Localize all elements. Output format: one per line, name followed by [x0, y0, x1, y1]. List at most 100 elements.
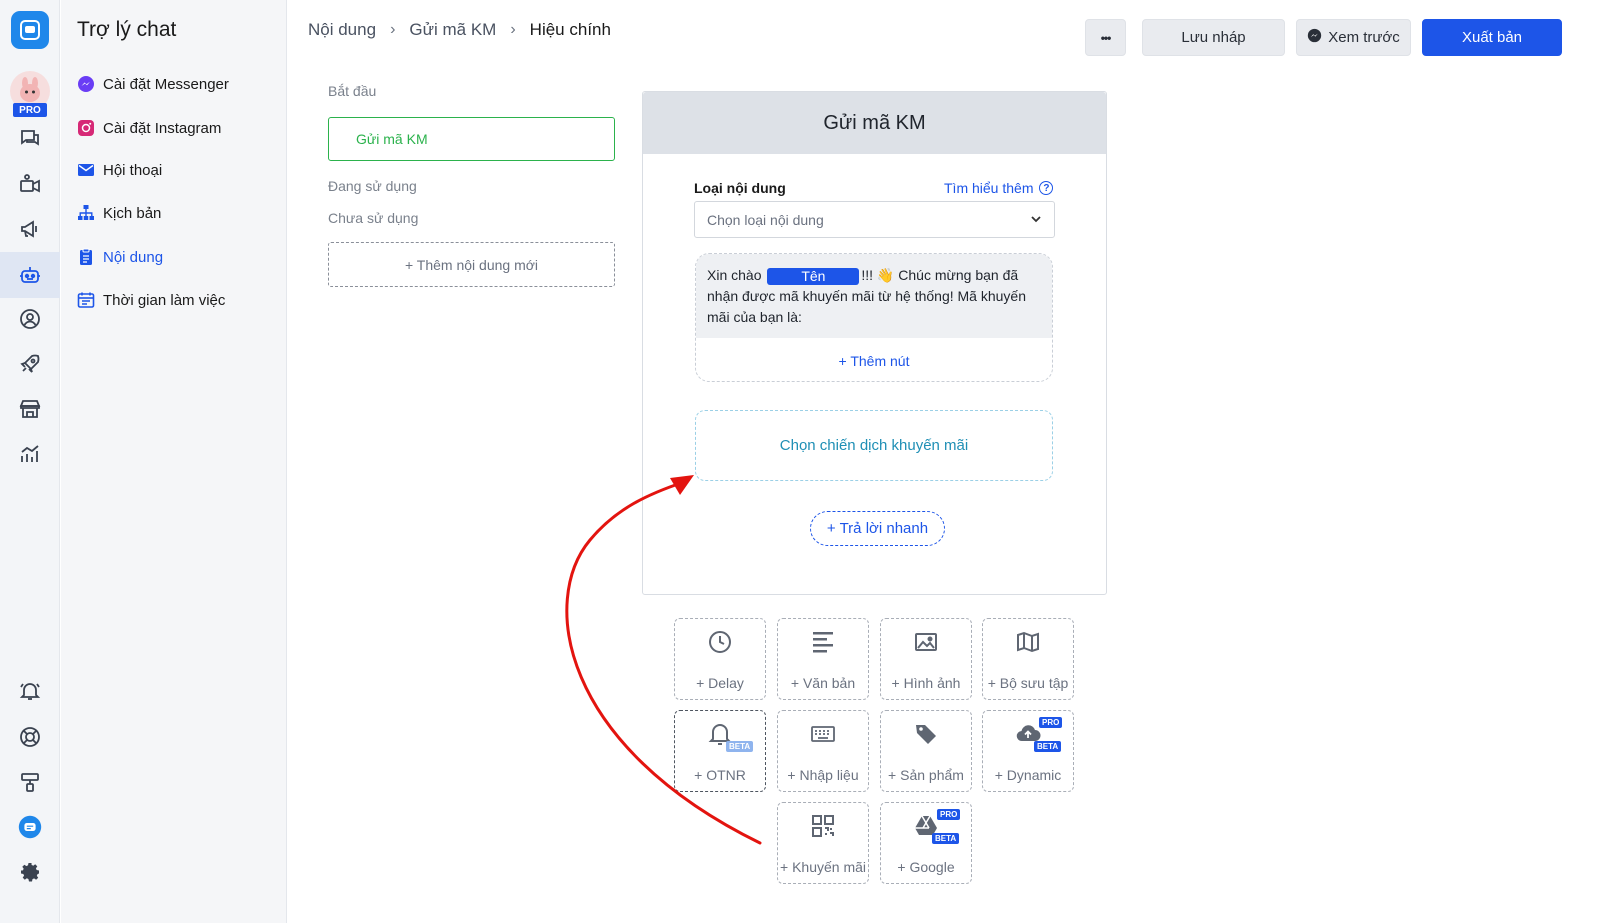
qr-code-icon — [812, 815, 834, 837]
content-icon — [77, 248, 95, 266]
menu-item-content[interactable]: Nội dung — [77, 244, 163, 270]
block-dynamic[interactable]: PRO BETA + Dynamic — [982, 710, 1074, 792]
beta-badge: BETA — [932, 833, 960, 844]
breadcrumb-current: Hiệu chính — [529, 20, 611, 39]
sidemenu: Trợ lý chat Cài đặt Messenger Cài đặt In… — [61, 0, 287, 923]
menu-item-label: Kịch bản — [103, 204, 162, 222]
add-button[interactable]: + Thêm nút — [696, 338, 1052, 381]
menu-item-working-hours[interactable]: Thời gian làm việc — [77, 287, 225, 313]
flow-icon — [77, 204, 95, 222]
preview-button[interactable]: Xem trước — [1296, 19, 1411, 56]
message-text[interactable]: Xin chào Tên!!! 👋 Chúc mừng bạn đã nhận … — [696, 254, 1052, 338]
breadcrumb-item[interactable]: Nội dung — [308, 20, 376, 40]
block-label: + Sản phẩm — [888, 767, 964, 783]
start-label: Bắt đầu — [328, 83, 377, 99]
block-image[interactable]: + Hình ảnh — [880, 618, 972, 700]
mail-icon — [77, 161, 95, 179]
messenger-bubble-icon[interactable] — [0, 807, 60, 847]
breadcrumb-item[interactable]: Gửi mã KM — [409, 20, 496, 40]
menu-item-messenger[interactable]: Cài đặt Messenger — [77, 71, 229, 97]
block-gallery[interactable]: + Bộ sưu tập — [982, 618, 1074, 700]
tag-icon — [916, 725, 936, 744]
menu-item-conversations[interactable]: Hội thoại — [77, 157, 162, 183]
message-bubble: Xin chào Tên!!! 👋 Chúc mừng bạn đã nhận … — [695, 253, 1053, 382]
megaphone-icon[interactable] — [0, 209, 60, 249]
editor-title: Gửi mã KM — [643, 92, 1106, 154]
select-placeholder: Chọn loại nội dung — [707, 211, 824, 228]
store-icon[interactable] — [0, 389, 60, 429]
text-icon — [813, 632, 833, 653]
rocket-icon[interactable] — [0, 344, 60, 384]
chevron-down-icon — [1030, 212, 1042, 228]
block-label: + Văn bản — [790, 675, 856, 691]
menu-item-label: Cài đặt Instagram — [103, 119, 222, 137]
editor-card: Gửi mã KM Loại nội dung Tìm hiểu thêm ? … — [642, 91, 1107, 595]
keyboard-icon — [811, 726, 835, 742]
block-label: + Khuyến mãi — [780, 859, 866, 875]
image-icon — [915, 633, 937, 651]
block-google[interactable]: PRO BETA + Google — [880, 802, 972, 884]
quick-reply-button[interactable]: + Trả lời nhanh — [810, 511, 945, 546]
menu-item-label: Cài đặt Messenger — [103, 75, 229, 93]
menu-item-label: Nội dung — [103, 248, 164, 266]
calendar-icon — [77, 291, 95, 309]
block-label: + OTNR — [694, 767, 746, 783]
sidemenu-title: Trợ lý chat — [77, 18, 177, 41]
messenger-icon — [77, 75, 95, 93]
clock-icon — [709, 631, 731, 653]
bot-icon[interactable] — [0, 252, 60, 298]
menu-item-label: Hội thoại — [103, 161, 163, 179]
chevron-right-icon: › — [510, 21, 516, 38]
block-otnr[interactable]: BETA + OTNR — [674, 710, 766, 792]
message-prefix: Xin chào — [707, 267, 762, 283]
breadcrumb: Nội dung › Gửi mã KM › Hiệu chính — [308, 20, 611, 40]
messenger-icon — [1307, 28, 1322, 47]
block-delay[interactable]: + Delay — [674, 618, 766, 700]
app-logo-icon[interactable] — [11, 11, 49, 49]
menu-item-instagram[interactable]: Cài đặt Instagram — [77, 115, 221, 141]
publish-button[interactable]: Xuất bản — [1422, 19, 1562, 56]
save-draft-button[interactable]: Lưu nháp — [1142, 19, 1285, 56]
block-label: + Hình ảnh — [891, 675, 961, 691]
question-icon: ? — [1039, 181, 1054, 195]
chevron-right-icon: › — [390, 21, 396, 38]
block-product[interactable]: + Sản phẩm — [880, 710, 972, 792]
beta-badge: BETA — [1034, 741, 1062, 752]
learn-more-link[interactable]: Tìm hiểu thêm ? — [944, 180, 1054, 196]
video-icon[interactable] — [0, 164, 60, 204]
pro-badge: PRO — [1039, 717, 1063, 728]
add-content-button[interactable]: + Thêm nội dung mới — [328, 242, 615, 287]
help-icon[interactable] — [0, 717, 60, 757]
block-promotion[interactable]: + Khuyến mãi — [777, 802, 869, 884]
block-input[interactable]: + Nhập liệu — [777, 710, 869, 792]
bell-icon[interactable] — [0, 671, 60, 711]
promo-campaign-select[interactable]: Chọn chiến dịch khuyến mãi — [695, 410, 1053, 481]
preview-label: Xem trước — [1328, 29, 1400, 46]
pro-badge: PRO — [13, 103, 47, 117]
more-dots-icon: ••• — [1100, 30, 1112, 45]
app-root: PRO Trợ lý chat Cài đặt Messenger Cài đặ… — [0, 0, 1600, 923]
analytics-icon[interactable] — [0, 434, 60, 474]
content-type-select[interactable]: Chọn loại nội dung — [694, 201, 1055, 238]
block-label: + Google — [897, 859, 955, 875]
learn-more-label: Tìm hiểu thêm — [944, 180, 1034, 196]
settings-icon[interactable] — [0, 852, 60, 892]
name-variable-chip[interactable]: Tên — [767, 267, 860, 285]
block-label: + Delay — [696, 675, 744, 691]
block-text[interactable]: + Văn bản — [777, 618, 869, 700]
more-button[interactable]: ••• — [1085, 19, 1126, 56]
content-item-active[interactable]: Gửi mã KM — [328, 117, 615, 161]
block-label: + Dynamic — [994, 767, 1062, 783]
beta-badge: BETA — [726, 741, 754, 752]
menu-item-label: Thời gian làm việc — [103, 291, 226, 309]
tools-icon[interactable] — [0, 762, 60, 802]
icon-rail: PRO — [0, 0, 60, 923]
menu-item-scripts[interactable]: Kịch bản — [77, 200, 161, 226]
instagram-icon — [77, 119, 95, 137]
chat-icon[interactable] — [0, 118, 60, 158]
in-use-label: Đang sử dụng — [328, 178, 417, 194]
contact-icon[interactable] — [0, 299, 60, 339]
block-label: + Nhập liệu — [787, 767, 859, 783]
content-type-label: Loại nội dung — [694, 180, 786, 196]
map-icon — [1017, 631, 1039, 653]
